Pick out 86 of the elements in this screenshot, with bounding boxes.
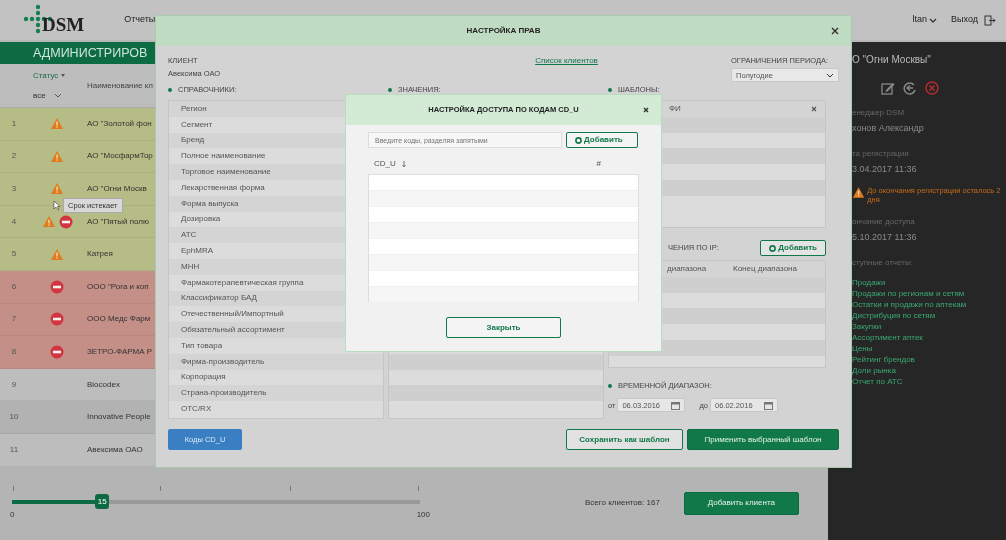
logout-link[interactable]: Выход	[951, 13, 978, 27]
client-name[interactable]: Катрея	[87, 248, 113, 261]
calendar-icon[interactable]	[764, 400, 773, 410]
client-name[interactable]: АО "Пятый полю	[87, 215, 149, 228]
add-button[interactable]: Добавить	[566, 132, 638, 148]
row-number: 6	[10, 280, 18, 293]
bullet-icon	[608, 383, 612, 388]
report-link[interactable]: Цены	[852, 342, 1006, 354]
client-name[interactable]: ООО "Рога и коп	[87, 280, 149, 293]
row-number: 4	[10, 215, 18, 228]
client-name[interactable]: Innovative People	[87, 411, 151, 424]
slider-thumb[interactable]: 15	[95, 494, 110, 510]
column-header[interactable]: Статус	[33, 69, 59, 82]
bullet-icon	[608, 88, 612, 92]
logo-text: DSM	[42, 12, 85, 37]
list-item[interactable]: Страна-производитель	[169, 385, 383, 402]
user-menu[interactable]: ltan	[912, 13, 928, 27]
edit-icon[interactable]	[881, 81, 895, 95]
add-icon	[575, 136, 582, 144]
report-link[interactable]: Дистрибуция по сетям	[852, 309, 1006, 321]
row-number: 11	[8, 443, 20, 456]
column-header: диапазона	[666, 262, 708, 275]
calendar-icon[interactable]	[671, 400, 681, 410]
report-link[interactable]: Остатки и продажи по аптекам	[852, 298, 1006, 310]
sort-icon[interactable]	[401, 160, 406, 168]
add-button[interactable]: Добавить	[760, 240, 826, 256]
apply-template-button[interactable]: Применить выбранный шаблон	[687, 429, 839, 450]
bullet-icon	[388, 88, 392, 92]
row-number: 9	[10, 378, 18, 391]
warning-icon	[852, 186, 866, 199]
dialog-title: НАСТРОЙКА ПРАВ	[466, 25, 541, 37]
field-value: 3.04.2017 11:36	[852, 162, 918, 176]
add-client-button[interactable]: Добавить клиента	[683, 491, 799, 515]
column-header: Конец диапазона	[733, 262, 797, 275]
close-button[interactable]: Закрыть	[446, 317, 561, 338]
list-item[interactable]: Корпорация	[169, 369, 383, 386]
column-header: ФИ	[669, 102, 681, 115]
client-name[interactable]: Biocodex	[87, 378, 120, 391]
caret-icon[interactable]	[826, 72, 834, 78]
column-header: #	[596, 158, 601, 170]
filter-value[interactable]: все	[33, 89, 46, 102]
row-number: 10	[8, 411, 20, 424]
slider-min: 0	[10, 509, 15, 522]
caret-icon[interactable]	[929, 16, 938, 24]
client-name[interactable]: АО "МосфармТор	[87, 150, 153, 163]
row-number: 7	[10, 313, 18, 326]
bullet-icon	[168, 88, 172, 92]
report-link[interactable]: Продажи	[852, 276, 1006, 288]
client-name[interactable]: ЗЕТРО-ФАРМА Р	[87, 345, 153, 358]
list-item[interactable]: Фирма-производитель	[169, 353, 383, 370]
total-count: Всего клиентов: 167	[585, 497, 660, 510]
report-link[interactable]: Рейтинг брендов	[852, 353, 1006, 365]
column-header[interactable]: Наименование кл	[87, 79, 153, 92]
row-number: 3	[10, 183, 18, 195]
client-name[interactable]: АО "Золотой фон	[87, 117, 152, 130]
page-title: АДМИНИСТРИРОВ	[33, 44, 148, 62]
refresh-icon[interactable]	[903, 81, 917, 95]
list-item[interactable]: ОТС/RX	[169, 401, 383, 417]
field-value: 5.10.2017 11:36	[852, 231, 918, 244]
field-value: хонов Александр	[852, 122, 925, 135]
cancel-icon[interactable]	[925, 81, 939, 95]
sort-icon[interactable]	[60, 73, 67, 78]
close-icon[interactable]	[831, 27, 839, 35]
report-link[interactable]: Продажи по регионам и сетям	[852, 287, 1006, 299]
menu-link[interactable]: Отчеты	[124, 13, 156, 27]
report-link[interactable]: Закупки	[852, 320, 1006, 332]
slider-max: 100	[416, 509, 430, 522]
save-template-button[interactable]: Сохранить как шаблон	[566, 429, 683, 450]
row-number: 5	[10, 248, 18, 261]
close-icon[interactable]	[643, 107, 649, 113]
row-number: 2	[10, 150, 18, 163]
close-icon[interactable]	[811, 105, 817, 112]
report-link[interactable]: Ассортимент аптек	[852, 331, 1006, 343]
client-name[interactable]: ООО Медс Фарм	[87, 313, 151, 326]
row-number: 8	[10, 345, 18, 358]
add-icon	[769, 244, 777, 252]
client-title: О "Огни Москвы"	[852, 53, 932, 67]
clients-link[interactable]: Список клиентов	[535, 55, 598, 82]
report-link[interactable]: Доли рынка	[852, 364, 1006, 376]
slider-track[interactable]	[12, 500, 420, 505]
cursor-icon	[52, 200, 61, 212]
row-number: 1	[10, 117, 18, 130]
report-link[interactable]: Отчет по ATC	[852, 375, 1006, 387]
client-name[interactable]: Авексима ОАО	[87, 443, 143, 456]
logout-icon[interactable]	[984, 14, 996, 26]
client-name[interactable]: АО "Огни Москв	[87, 183, 147, 195]
